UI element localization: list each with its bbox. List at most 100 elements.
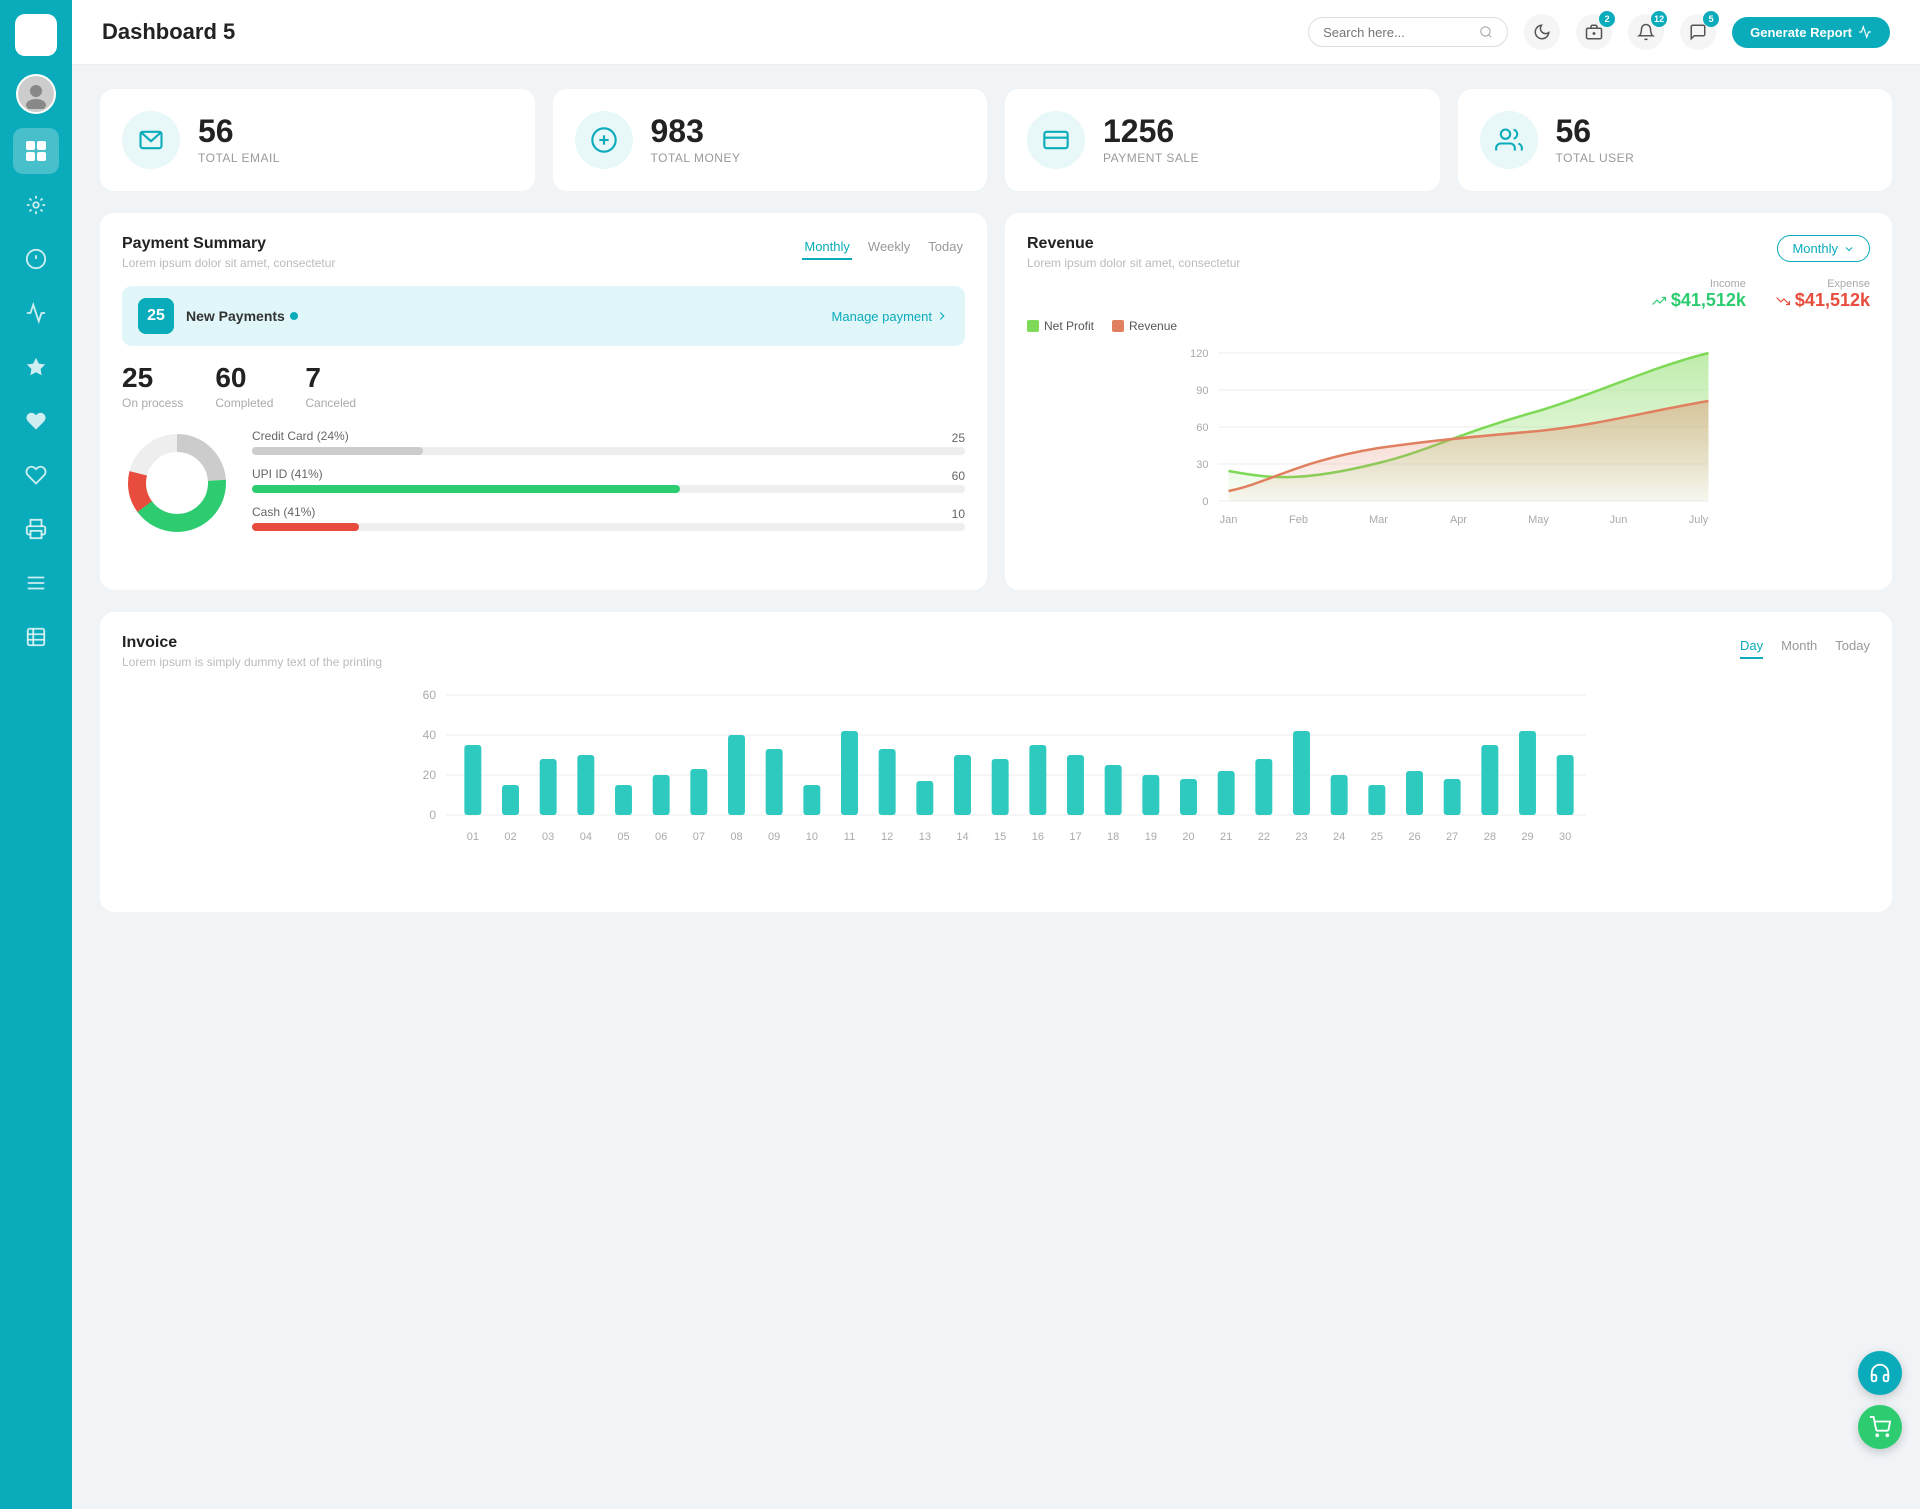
svg-text:0: 0 [1202, 496, 1208, 508]
svg-text:Jan: Jan [1220, 514, 1238, 526]
stat-on-process: 25 On process [122, 362, 183, 410]
new-payments-row: 25 New Payments Manage payment [122, 286, 965, 346]
theme-toggle[interactable] [1524, 14, 1560, 50]
sidebar-item-list[interactable] [13, 614, 59, 660]
chat-button[interactable]: 5 [1680, 14, 1716, 50]
invoice-title: Invoice [122, 634, 382, 652]
sidebar-item-analytics[interactable] [13, 290, 59, 336]
payment-details-row: Credit Card (24%) 25 UPI ID (41%) 60 [122, 428, 965, 543]
bar-cash: Cash (41%) 10 [252, 505, 965, 531]
chevron-down-icon [1843, 243, 1855, 255]
sidebar-item-heart2[interactable] [13, 452, 59, 498]
invoice-bar [916, 781, 933, 815]
revenue-chart: 120 90 60 30 0 Jan Feb Mar Apr May Jun J… [1027, 343, 1870, 563]
invoice-x-label: 19 [1145, 831, 1157, 843]
invoice-x-label: 01 [467, 831, 479, 843]
moon-icon [1533, 23, 1551, 41]
invoice-bar [954, 755, 971, 815]
invoice-tab-day[interactable]: Day [1740, 634, 1763, 659]
invoice-bar [1029, 745, 1046, 815]
stat-card-money: 983 TOTAL MONEY [553, 89, 988, 191]
bell-button[interactable]: 12 [1628, 14, 1664, 50]
wallet-badge: 2 [1599, 11, 1615, 27]
invoice-bar [1255, 759, 1272, 815]
stat-text-users: 56 TOTAL USER [1556, 115, 1635, 165]
stat-card-email: 56 TOTAL EMAIL [100, 89, 535, 191]
stat-icon-email [122, 111, 180, 169]
income-expense-row: Income $41,512k Expense $41,512k [1027, 278, 1870, 311]
wallet-button[interactable]: 2 [1576, 14, 1612, 50]
sidebar [0, 0, 72, 1509]
sidebar-item-info[interactable] [13, 236, 59, 282]
support-float-btn[interactable] [1858, 1351, 1902, 1395]
sidebar-item-print[interactable] [13, 506, 59, 552]
bar-fill-cash [252, 523, 359, 531]
page-title: Dashboard 5 [102, 19, 235, 45]
svg-text:Jun: Jun [1610, 514, 1628, 526]
invoice-bar [1180, 779, 1197, 815]
sidebar-logo[interactable] [15, 14, 57, 56]
stat-text-payment: 1256 PAYMENT SALE [1103, 115, 1199, 165]
invoice-x-label: 04 [580, 831, 592, 843]
tab-monthly[interactable]: Monthly [802, 235, 852, 260]
sidebar-item-heart[interactable] [13, 398, 59, 444]
invoice-bar [1218, 771, 1235, 815]
income-item: Income $41,512k [1652, 278, 1746, 311]
stat-card-users: 56 TOTAL USER [1458, 89, 1893, 191]
invoice-x-label: 06 [655, 831, 667, 843]
tab-today[interactable]: Today [926, 235, 965, 260]
sidebar-item-dashboard[interactable] [13, 128, 59, 174]
search-input[interactable] [1323, 25, 1471, 40]
invoice-bar [615, 785, 632, 815]
sidebar-item-star[interactable] [13, 344, 59, 390]
invoice-bar [1406, 771, 1423, 815]
svg-text:60: 60 [423, 688, 437, 702]
invoice-bar [464, 745, 481, 815]
chat-icon [1689, 23, 1707, 41]
invoice-bar [1067, 755, 1084, 815]
revenue-monthly-button[interactable]: Monthly [1777, 235, 1870, 262]
avatar[interactable] [16, 74, 56, 114]
revenue-header: Revenue Lorem ipsum dolor sit amet, cons… [1027, 235, 1870, 270]
invoice-bar [1519, 731, 1536, 815]
manage-payment-link[interactable]: Manage payment [832, 309, 949, 324]
invoice-x-label: 25 [1371, 831, 1383, 843]
invoice-x-label: 10 [806, 831, 818, 843]
chat-badge: 5 [1703, 11, 1719, 27]
legend-dot-revenue [1112, 320, 1124, 332]
expense-item: Expense $41,512k [1776, 278, 1870, 311]
invoice-x-label: 12 [881, 831, 893, 843]
invoice-panel: Invoice Lorem ipsum is simply dummy text… [100, 612, 1892, 912]
invoice-bar [766, 749, 783, 815]
new-payments-label: New Payments [186, 308, 285, 324]
tab-weekly[interactable]: Weekly [866, 235, 912, 260]
search-bar[interactable] [1308, 17, 1508, 47]
invoice-x-label: 20 [1182, 831, 1194, 843]
expense-value: $41,512k [1776, 290, 1870, 311]
invoice-tab-month[interactable]: Month [1781, 634, 1817, 659]
sidebar-item-settings[interactable] [13, 182, 59, 228]
stat-icon-payment [1027, 111, 1085, 169]
invoice-bar [1444, 779, 1461, 815]
invoice-bar [1293, 731, 1310, 815]
cart-float-btn[interactable] [1858, 1405, 1902, 1449]
header-right: 2 12 5 Generate Report [1308, 14, 1890, 50]
search-icon [1479, 24, 1493, 40]
invoice-subtitle: Lorem ipsum is simply dummy text of the … [122, 655, 382, 669]
payment-bars: Credit Card (24%) 25 UPI ID (41%) 60 [252, 429, 965, 543]
legend-net-profit: Net Profit [1027, 319, 1094, 333]
svg-text:20: 20 [423, 768, 437, 782]
svg-text:30: 30 [1196, 459, 1208, 471]
sidebar-item-menu[interactable] [13, 560, 59, 606]
stat-text-email: 56 TOTAL EMAIL [198, 115, 280, 165]
payment-stats-row: 25 On process 60 Completed 7 Canceled [122, 362, 965, 410]
floating-buttons [1858, 1351, 1902, 1449]
bell-badge: 12 [1651, 11, 1667, 27]
invoice-tab-today[interactable]: Today [1835, 634, 1870, 659]
invoice-x-label: 17 [1069, 831, 1081, 843]
invoice-header: Invoice Lorem ipsum is simply dummy text… [122, 634, 1870, 669]
new-payments-dot [290, 312, 298, 320]
generate-report-button[interactable]: Generate Report [1732, 17, 1890, 48]
invoice-bar [502, 785, 519, 815]
invoice-x-label: 02 [504, 831, 516, 843]
